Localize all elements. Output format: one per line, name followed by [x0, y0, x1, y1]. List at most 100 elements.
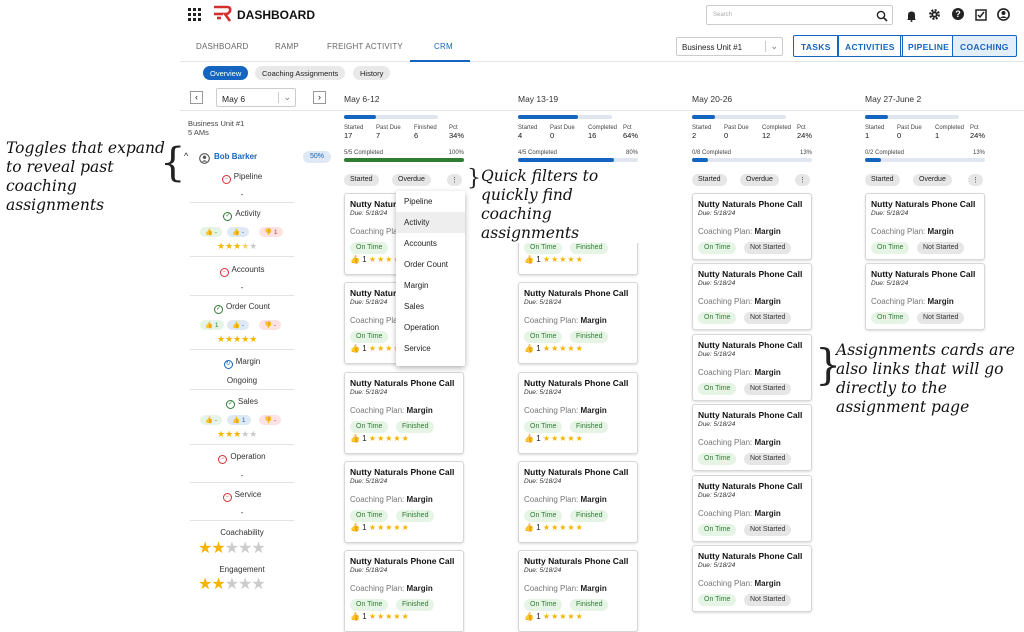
gear-icon[interactable] [928, 8, 941, 26]
menu-item-margin[interactable]: Margin [396, 275, 465, 296]
week-progress-fill [865, 115, 888, 119]
rating-count: 1 [362, 523, 367, 532]
card-title: Nutty Naturals Phone Call [524, 467, 629, 477]
star-rating: ★★★★★ [542, 434, 584, 443]
metric-operation-value: - [240, 471, 244, 480]
next-week-button[interactable]: › [313, 91, 326, 104]
plan-label: Coaching Plan: [871, 297, 926, 306]
menu-item-order-count[interactable]: Order Count [396, 254, 465, 275]
bell-icon[interactable] [906, 9, 917, 27]
assignment-card[interactable]: Nutty Naturals Phone Call Due: 5/18/24 C… [865, 193, 985, 260]
order-count-rating: ★★★★★ [217, 334, 258, 344]
week-stat: Past Due 0 [724, 124, 749, 141]
card-plan: Coaching Plan: Margin [871, 297, 954, 306]
filter-overdue-chip[interactable]: Overdue [913, 174, 952, 186]
business-unit-select[interactable]: Business Unit #1 ⌄ [676, 37, 783, 56]
menu-item-pipeline[interactable]: Pipeline [396, 191, 465, 212]
checklist-icon[interactable] [975, 8, 987, 26]
person-name[interactable]: Bob Barker [214, 152, 257, 161]
assignment-card[interactable]: Nutty Naturals Phone Call Due: 5/18/24 C… [344, 461, 464, 543]
card-due-date: Due: 5/18/24 [524, 478, 562, 485]
assignment-card[interactable]: Nutty Naturals Phone Call Due: 5/18/24 C… [692, 334, 812, 401]
week-stat: Finished 6 [414, 124, 437, 141]
stat-value: 7 [376, 131, 381, 140]
card-title: Nutty Naturals Phone Call [350, 556, 455, 566]
coaching-button[interactable]: COACHING [952, 35, 1017, 57]
filter-more-button[interactable]: ⋮ [968, 174, 983, 186]
search-icon[interactable] [876, 9, 888, 27]
plan-value: Margin [754, 509, 781, 518]
tab-crm[interactable]: CRM [434, 42, 453, 51]
filter-more-button[interactable]: ⋮ [447, 174, 462, 186]
tab-freight-activity[interactable]: FREIGHT ACTIVITY [327, 42, 403, 51]
on-time-badge: On Time [524, 242, 563, 254]
card-rating: 👍 1 ★★★★★ [350, 434, 410, 443]
card-plan: Coaching Plan: Margin [350, 495, 433, 504]
search-input[interactable]: Search [706, 5, 893, 25]
assignment-card[interactable]: Nutty Naturals Phone Call Due: 5/18/24 C… [692, 475, 812, 542]
week-stat: Pct 34% [449, 124, 464, 141]
status-badge: Not Started [744, 242, 792, 254]
subtab-history[interactable]: History [353, 66, 391, 80]
assignment-card[interactable]: Nutty Naturals Phone Call Due: 5/18/24 C… [518, 372, 638, 454]
date-select[interactable]: May 6 ⌄ [216, 88, 296, 107]
pipeline-button[interactable]: PIPELINE [900, 35, 958, 57]
status-badge: Not Started [744, 594, 792, 606]
tab-ramp[interactable]: RAMP [275, 42, 299, 51]
assignment-card[interactable]: Nutty Naturals Phone Call Due: 5/18/24 C… [518, 550, 638, 632]
week-stat: Past Due 0 [897, 124, 922, 141]
card-due-date: Due: 5/18/24 [871, 210, 909, 217]
help-icon[interactable]: ? [952, 8, 964, 20]
stat-label: Completed [935, 125, 965, 131]
account-icon[interactable] [997, 8, 1010, 26]
logo-icon[interactable] [212, 5, 232, 23]
assignment-card[interactable]: Nutty Naturals Phone Call Due: 5/18/24 C… [692, 404, 812, 471]
assignment-card[interactable]: Nutty Naturals Phone Call Due: 5/18/24 C… [344, 372, 464, 454]
assignment-card[interactable]: Nutty Naturals Phone Call Due: 5/18/24 C… [692, 193, 812, 260]
apps-grid-icon[interactable] [188, 8, 201, 21]
card-title: Nutty Naturals Phone Call [871, 199, 976, 209]
assignment-card[interactable]: Nutty Naturals Phone Call Due: 5/18/24 C… [518, 282, 638, 364]
card-plan: Coaching Plan: Margin [698, 579, 781, 588]
assignment-card[interactable]: Nutty Naturals Phone Call Due: 5/18/24 C… [344, 550, 464, 632]
collapse-toggle-icon[interactable]: ^ [184, 151, 188, 161]
stat-value: 0 [897, 131, 902, 140]
divider [190, 482, 294, 483]
card-plan: Coaching Plan: Margin [524, 584, 607, 593]
subtab-coaching-assignments[interactable]: Coaching Assignments [255, 66, 346, 80]
menu-item-operation[interactable]: Operation [396, 317, 465, 338]
subtab-overview[interactable]: Overview [203, 66, 249, 80]
assignment-card[interactable]: Nutty Naturals Phone Call Due: 5/18/24 C… [865, 263, 985, 330]
menu-item-activity[interactable]: Activity [396, 212, 465, 233]
prev-week-button[interactable]: ‹ [190, 91, 203, 104]
assignment-card[interactable]: Nutty Naturals Phone Call Due: 5/18/24 C… [692, 263, 812, 330]
filter-overdue-chip[interactable]: Overdue [740, 174, 779, 186]
week-stat: Started 4 [518, 124, 537, 141]
on-time-badge: On Time [698, 594, 737, 606]
completion-bar [692, 158, 812, 162]
plan-value: Margin [580, 495, 607, 504]
tasks-button[interactable]: TASKS [793, 35, 839, 57]
filter-overdue-chip[interactable]: Overdue [392, 174, 431, 186]
thumbs-up-icon: 👍 [524, 434, 534, 443]
assignment-card[interactable]: Nutty Naturals Phone Call Due: 5/18/24 C… [692, 545, 812, 612]
assignment-card[interactable]: Nutty Naturals Phone Call Due: 5/18/24 C… [518, 461, 638, 543]
menu-item-accounts[interactable]: Accounts [396, 233, 465, 254]
stat-value: 1 [935, 131, 940, 140]
on-time-badge: On Time [871, 242, 910, 254]
menu-item-service[interactable]: Service [396, 338, 465, 359]
brace-middle: } [467, 166, 481, 191]
on-time-badge: On Time [350, 331, 389, 343]
filter-started-chip[interactable]: Started [865, 174, 900, 186]
tab-dashboard[interactable]: DASHBOARD [196, 42, 248, 51]
top-bar: DASHBOARD Search ? [180, 0, 1024, 31]
filter-more-button[interactable]: ⋮ [795, 174, 810, 186]
activities-button[interactable]: ACTIVITIES [837, 35, 903, 57]
filter-started-chip[interactable]: Started [692, 174, 727, 186]
filter-started-chip[interactable]: Started [344, 174, 379, 186]
status-badge: Not Started [744, 453, 792, 465]
menu-item-sales[interactable]: Sales [396, 296, 465, 317]
rating-count: 1 [536, 523, 541, 532]
week-header: May 27-June 2 [865, 94, 922, 104]
thumbs-value: - [241, 322, 245, 329]
